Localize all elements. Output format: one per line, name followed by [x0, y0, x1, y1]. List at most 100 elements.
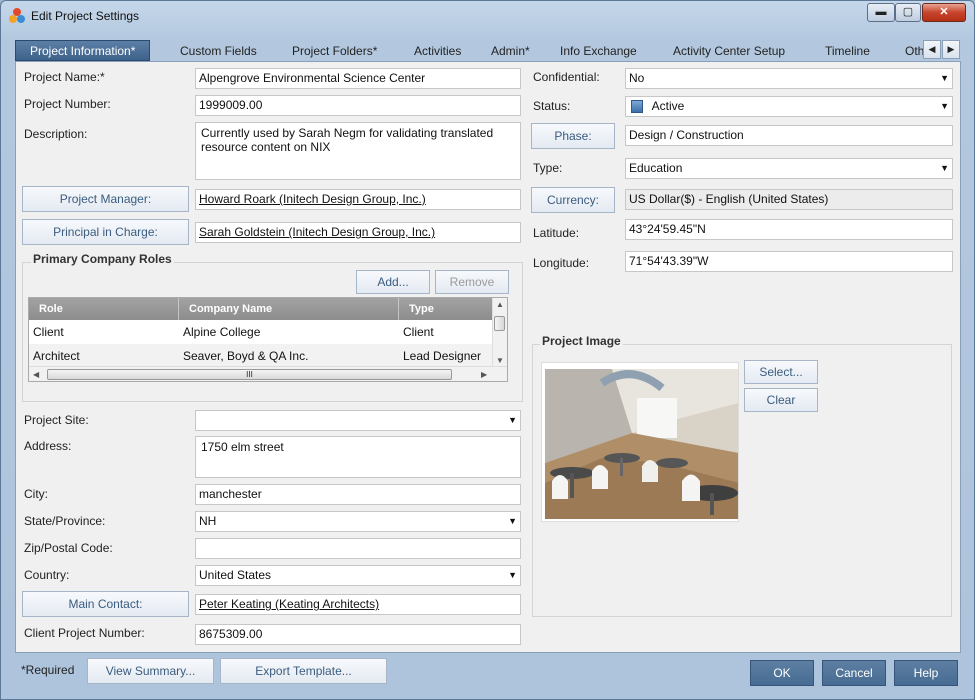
principal-in-charge-link[interactable]: Sarah Goldstein (Initech Design Group, I…	[195, 222, 521, 243]
primary-company-roles-title: Primary Company Roles	[31, 252, 174, 266]
column-header-type[interactable]: Type	[399, 298, 494, 320]
project-information-panel: Project Name:* Alpengrove Environmental …	[15, 61, 961, 653]
project-name-input[interactable]: Alpengrove Environmental Science Center	[195, 68, 521, 89]
company-roles-table: Role Company Name Type Client Alpine Col…	[28, 297, 508, 382]
tab-info-exchange[interactable]: Info Exchange	[560, 41, 637, 61]
view-summary-button[interactable]: View Summary...	[87, 658, 214, 684]
description-label: Description:	[24, 127, 88, 141]
title-bar[interactable]: Edit Project Settings ▬ ▢ ✕	[1, 1, 974, 33]
remove-role-button[interactable]: Remove	[435, 270, 509, 294]
type-cell: Lead Designer	[403, 349, 482, 363]
ok-button[interactable]: OK	[750, 660, 814, 686]
scroll-up-icon[interactable]: ▲	[496, 300, 504, 309]
status-select[interactable]: Active ▼	[625, 96, 953, 117]
client-project-number-label: Client Project Number:	[24, 626, 145, 640]
dropdown-arrow-icon: ▼	[940, 101, 949, 111]
client-project-number-input[interactable]: 8675309.00	[195, 624, 521, 645]
tab-admin[interactable]: Admin*	[491, 41, 530, 61]
zip-postal-code-input[interactable]	[195, 538, 521, 559]
type-cell: Client	[403, 325, 434, 339]
type-label: Type:	[533, 161, 563, 175]
latitude-input[interactable]: 43°24'59.45"N	[625, 219, 953, 240]
project-number-label: Project Number:	[24, 97, 111, 111]
project-name-label: Project Name:*	[24, 70, 105, 84]
vertical-scroll-thumb[interactable]	[494, 316, 505, 331]
dropdown-arrow-icon: ▼	[940, 73, 949, 83]
tab-project-information[interactable]: Project Information*	[15, 40, 151, 61]
close-button[interactable]: ✕	[922, 3, 966, 22]
description-textarea[interactable]: Currently used by Sarah Negm for validat…	[195, 122, 521, 180]
add-role-button[interactable]: Add...	[356, 270, 430, 294]
dropdown-arrow-icon: ▼	[508, 570, 517, 580]
maximize-button[interactable]: ▢	[895, 3, 921, 22]
country-label: Country:	[24, 568, 70, 582]
tab-timeline[interactable]: Timeline	[825, 41, 870, 61]
tab-scroll-left-icon[interactable]: ◀	[923, 40, 941, 59]
dropdown-arrow-icon: ▼	[508, 415, 517, 425]
main-contact-button[interactable]: Main Contact:	[22, 591, 189, 617]
roles-horizontal-scrollbar[interactable]: ◀ III ▶	[29, 366, 507, 381]
project-manager-link[interactable]: Howard Roark (Initech Design Group, Inc.…	[195, 189, 521, 210]
roles-vertical-scrollbar[interactable]: ▲ ▼	[492, 298, 507, 368]
role-cell: Architect	[33, 349, 80, 363]
window-title: Edit Project Settings	[31, 9, 140, 23]
scroll-left-icon[interactable]: ◀	[33, 370, 39, 379]
confidential-label: Confidential:	[533, 70, 600, 84]
column-header-role[interactable]: Role	[29, 298, 179, 320]
help-button[interactable]: Help	[894, 660, 958, 686]
type-value: Education	[629, 161, 683, 175]
table-row[interactable]: Client Alpine College Client	[29, 320, 494, 344]
address-textarea[interactable]: 1750 elm street	[195, 436, 521, 478]
horizontal-scroll-thumb[interactable]: III	[47, 369, 452, 380]
state-province-label: State/Province:	[24, 514, 106, 528]
status-label: Status:	[533, 99, 571, 113]
app-logo-icon	[9, 8, 25, 24]
minimize-button[interactable]: ▬	[867, 3, 895, 22]
confidential-value: No	[629, 71, 645, 85]
currency-button[interactable]: Currency:	[531, 187, 615, 213]
phase-input[interactable]: Design / Construction	[625, 125, 953, 146]
edit-project-settings-dialog: Edit Project Settings ▬ ▢ ✕ Project Info…	[0, 0, 975, 700]
scroll-down-icon[interactable]: ▼	[496, 356, 504, 365]
phase-button[interactable]: Phase:	[531, 123, 615, 149]
tab-scroll-right-icon[interactable]: ▶	[942, 40, 960, 59]
tab-custom-fields[interactable]: Custom Fields	[180, 41, 257, 61]
tab-project-folders[interactable]: Project Folders*	[292, 41, 377, 61]
type-select[interactable]: Education ▼	[625, 158, 953, 179]
project-image-title: Project Image	[540, 334, 623, 348]
required-note: *Required	[21, 663, 75, 677]
principal-in-charge-button[interactable]: Principal in Charge:	[22, 219, 189, 245]
address-label: Address:	[24, 439, 72, 453]
project-manager-button[interactable]: Project Manager:	[22, 186, 189, 212]
longitude-label: Longitude:	[533, 256, 590, 270]
zip-postal-code-label: Zip/Postal Code:	[24, 541, 113, 555]
project-number-input[interactable]: 1999009.00	[195, 95, 521, 116]
project-site-select[interactable]: ▼	[195, 410, 521, 431]
city-input[interactable]: manchester	[195, 484, 521, 505]
table-row[interactable]: Architect Seaver, Boyd & QA Inc. Lead De…	[29, 344, 494, 368]
state-province-value: NH	[199, 514, 217, 528]
longitude-input[interactable]: 71°54'43.39"W	[625, 251, 953, 272]
tab-activity-center-setup[interactable]: Activity Center Setup	[673, 41, 785, 61]
scroll-right-icon[interactable]: ▶	[481, 370, 487, 379]
tab-strip: Project Information* Custom Fields Proje…	[15, 39, 961, 61]
select-image-button[interactable]: Select...	[744, 360, 818, 384]
company-name-cell: Alpine College	[183, 325, 261, 339]
company-name-cell: Seaver, Boyd & QA Inc.	[183, 349, 309, 363]
dropdown-arrow-icon: ▼	[940, 163, 949, 173]
column-header-company-name[interactable]: Company Name	[179, 298, 399, 320]
project-image-thumbnail	[541, 362, 739, 522]
clear-image-button[interactable]: Clear	[744, 388, 818, 412]
country-value: United States	[199, 568, 272, 582]
role-cell: Client	[33, 325, 64, 339]
tab-other[interactable]: Oth	[905, 41, 923, 61]
city-label: City:	[24, 487, 48, 501]
state-province-select[interactable]: NH ▼	[195, 511, 521, 532]
main-contact-link[interactable]: Peter Keating (Keating Architects)	[195, 594, 521, 615]
country-select[interactable]: United States ▼	[195, 565, 521, 586]
confidential-select[interactable]: No ▼	[625, 68, 953, 89]
export-template-button[interactable]: Export Template...	[220, 658, 387, 684]
cancel-button[interactable]: Cancel	[822, 660, 886, 686]
currency-value: US Dollar($) - English (United States)	[625, 189, 953, 210]
tab-activities[interactable]: Activities	[414, 41, 461, 61]
